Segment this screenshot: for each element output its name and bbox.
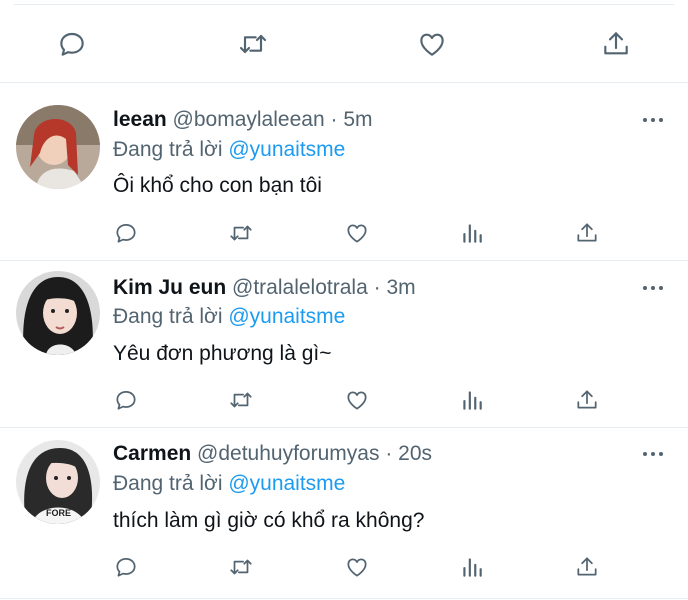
timestamp[interactable]: 3m	[386, 276, 415, 299]
more-icon	[643, 118, 663, 122]
reply-icon	[116, 391, 136, 410]
share-button[interactable]	[569, 551, 605, 583]
tweet-actions	[0, 384, 688, 416]
reply-icon	[60, 32, 84, 56]
tweet-text: Yêu đơn phương là gì~	[113, 342, 332, 365]
reply-icon	[116, 224, 136, 243]
like-button[interactable]	[339, 551, 375, 583]
reply-icon	[116, 558, 136, 577]
share-icon	[604, 32, 628, 55]
retweet-icon	[230, 225, 252, 241]
share-button[interactable]	[569, 217, 605, 249]
replying-to-label: Đang trả lời	[113, 305, 223, 328]
retweet-icon	[230, 559, 252, 575]
avatar[interactable]: FORE	[16, 440, 100, 524]
more-options-button[interactable]	[638, 110, 668, 130]
reply-button[interactable]	[108, 551, 144, 583]
username[interactable]: @bomaylaleean	[173, 108, 325, 131]
tweet-actions	[0, 217, 688, 249]
like-button[interactable]	[339, 217, 375, 249]
separator: ·	[385, 442, 393, 465]
mention-link[interactable]: @yunaitsme	[228, 305, 345, 328]
avatar-image	[16, 105, 100, 189]
tweet-actions	[0, 551, 688, 583]
replying-to: Đang trả lời @yunaitsme	[113, 471, 345, 497]
analytics-button[interactable]	[454, 217, 490, 249]
separator: ·	[330, 108, 338, 131]
username[interactable]: @tralalelotrala	[232, 276, 368, 299]
analytics-icon	[463, 224, 482, 243]
replying-to-label: Đang trả lời	[113, 472, 223, 495]
tweet[interactable]: FORE Carmen @detuhuyforumyas · 20s Đang …	[0, 428, 688, 596]
display-name[interactable]: Kim Ju eun	[113, 276, 226, 299]
reply-button[interactable]	[52, 26, 92, 62]
avatar-image	[16, 271, 100, 355]
tweet-header: Carmen @detuhuyforumyas · 20s	[113, 441, 432, 467]
analytics-button[interactable]	[454, 384, 490, 416]
like-button[interactable]	[339, 384, 375, 416]
avatar[interactable]	[16, 271, 100, 355]
more-options-button[interactable]	[638, 278, 668, 298]
like-icon	[347, 224, 367, 243]
retweet-icon	[239, 34, 267, 54]
analytics-button[interactable]	[454, 551, 490, 583]
like-icon	[420, 33, 444, 56]
timestamp[interactable]: 20s	[398, 442, 432, 465]
more-icon	[643, 286, 663, 290]
replying-to: Đang trả lời @yunaitsme	[113, 137, 345, 163]
analytics-icon	[463, 558, 482, 577]
timestamp[interactable]: 5m	[343, 108, 372, 131]
separator: ·	[373, 276, 381, 299]
share-icon	[577, 223, 597, 242]
retweet-button[interactable]	[223, 551, 259, 583]
divider	[0, 598, 688, 599]
more-options-button[interactable]	[638, 444, 668, 464]
username[interactable]: @detuhuyforumyas	[197, 442, 379, 465]
retweet-button[interactable]	[223, 384, 259, 416]
tweet-text: Ôi khổ cho con bạn tôi	[113, 174, 322, 197]
tweet-text: thích làm gì giờ có khổ ra không?	[113, 509, 425, 532]
like-button[interactable]	[412, 26, 452, 62]
mention-link[interactable]: @yunaitsme	[228, 138, 345, 161]
previous-tweet-footer	[0, 0, 688, 83]
tweet-header: Kim Ju eun @tralalelotrala · 3m	[113, 275, 416, 301]
tweet[interactable]: Kim Ju eun @tralalelotrala · 3m Đang trả…	[0, 261, 688, 428]
display-name[interactable]: Carmen	[113, 442, 191, 465]
retweet-icon	[230, 392, 252, 408]
mention-link[interactable]: @yunaitsme	[228, 472, 345, 495]
replying-to-label: Đang trả lời	[113, 138, 223, 161]
share-button[interactable]	[569, 384, 605, 416]
tweet[interactable]: leean @bomaylaleean · 5m Đang trả lời @y…	[0, 83, 688, 261]
share-icon	[577, 390, 597, 409]
svg-text:FORE: FORE	[46, 508, 71, 518]
replying-to: Đang trả lời @yunaitsme	[113, 304, 345, 330]
avatar[interactable]	[16, 105, 100, 189]
share-icon	[577, 557, 597, 576]
divider	[14, 4, 674, 5]
like-icon	[347, 391, 367, 410]
retweet-button[interactable]	[233, 26, 273, 62]
avatar-image: FORE	[16, 440, 100, 524]
display-name[interactable]: leean	[113, 108, 167, 131]
reply-button[interactable]	[108, 384, 144, 416]
analytics-icon	[463, 391, 482, 410]
share-button[interactable]	[596, 26, 636, 62]
tweet-header: leean @bomaylaleean · 5m	[113, 107, 373, 133]
more-icon	[643, 452, 663, 456]
like-icon	[347, 558, 367, 577]
retweet-button[interactable]	[223, 217, 259, 249]
reply-button[interactable]	[108, 217, 144, 249]
tweet-actions	[0, 26, 688, 62]
